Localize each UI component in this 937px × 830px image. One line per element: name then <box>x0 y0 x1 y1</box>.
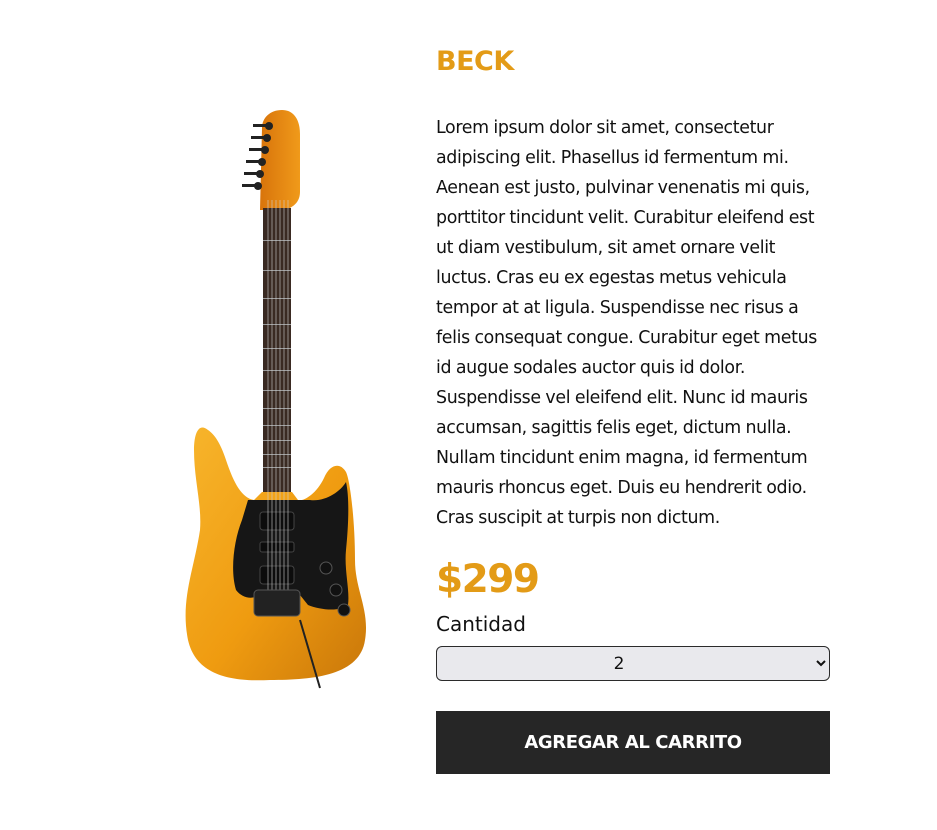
product-title: BECK <box>436 46 514 77</box>
product-page: BECK Lorem ipsum dolor sit amet, consect… <box>0 0 937 830</box>
product-info: BECK Lorem ipsum dolor sit amet, consect… <box>436 40 830 774</box>
product-price: $299 <box>436 557 540 602</box>
add-to-cart-button[interactable]: AGREGAR AL CARRITO <box>436 711 830 774</box>
electric-guitar-icon <box>185 110 367 689</box>
quantity-label: Cantidad <box>436 612 526 636</box>
product-description: Lorem ipsum dolor sit amet, consectetur … <box>436 118 817 528</box>
quantity-select[interactable]: 2 <box>436 646 830 681</box>
product-image <box>150 100 400 700</box>
